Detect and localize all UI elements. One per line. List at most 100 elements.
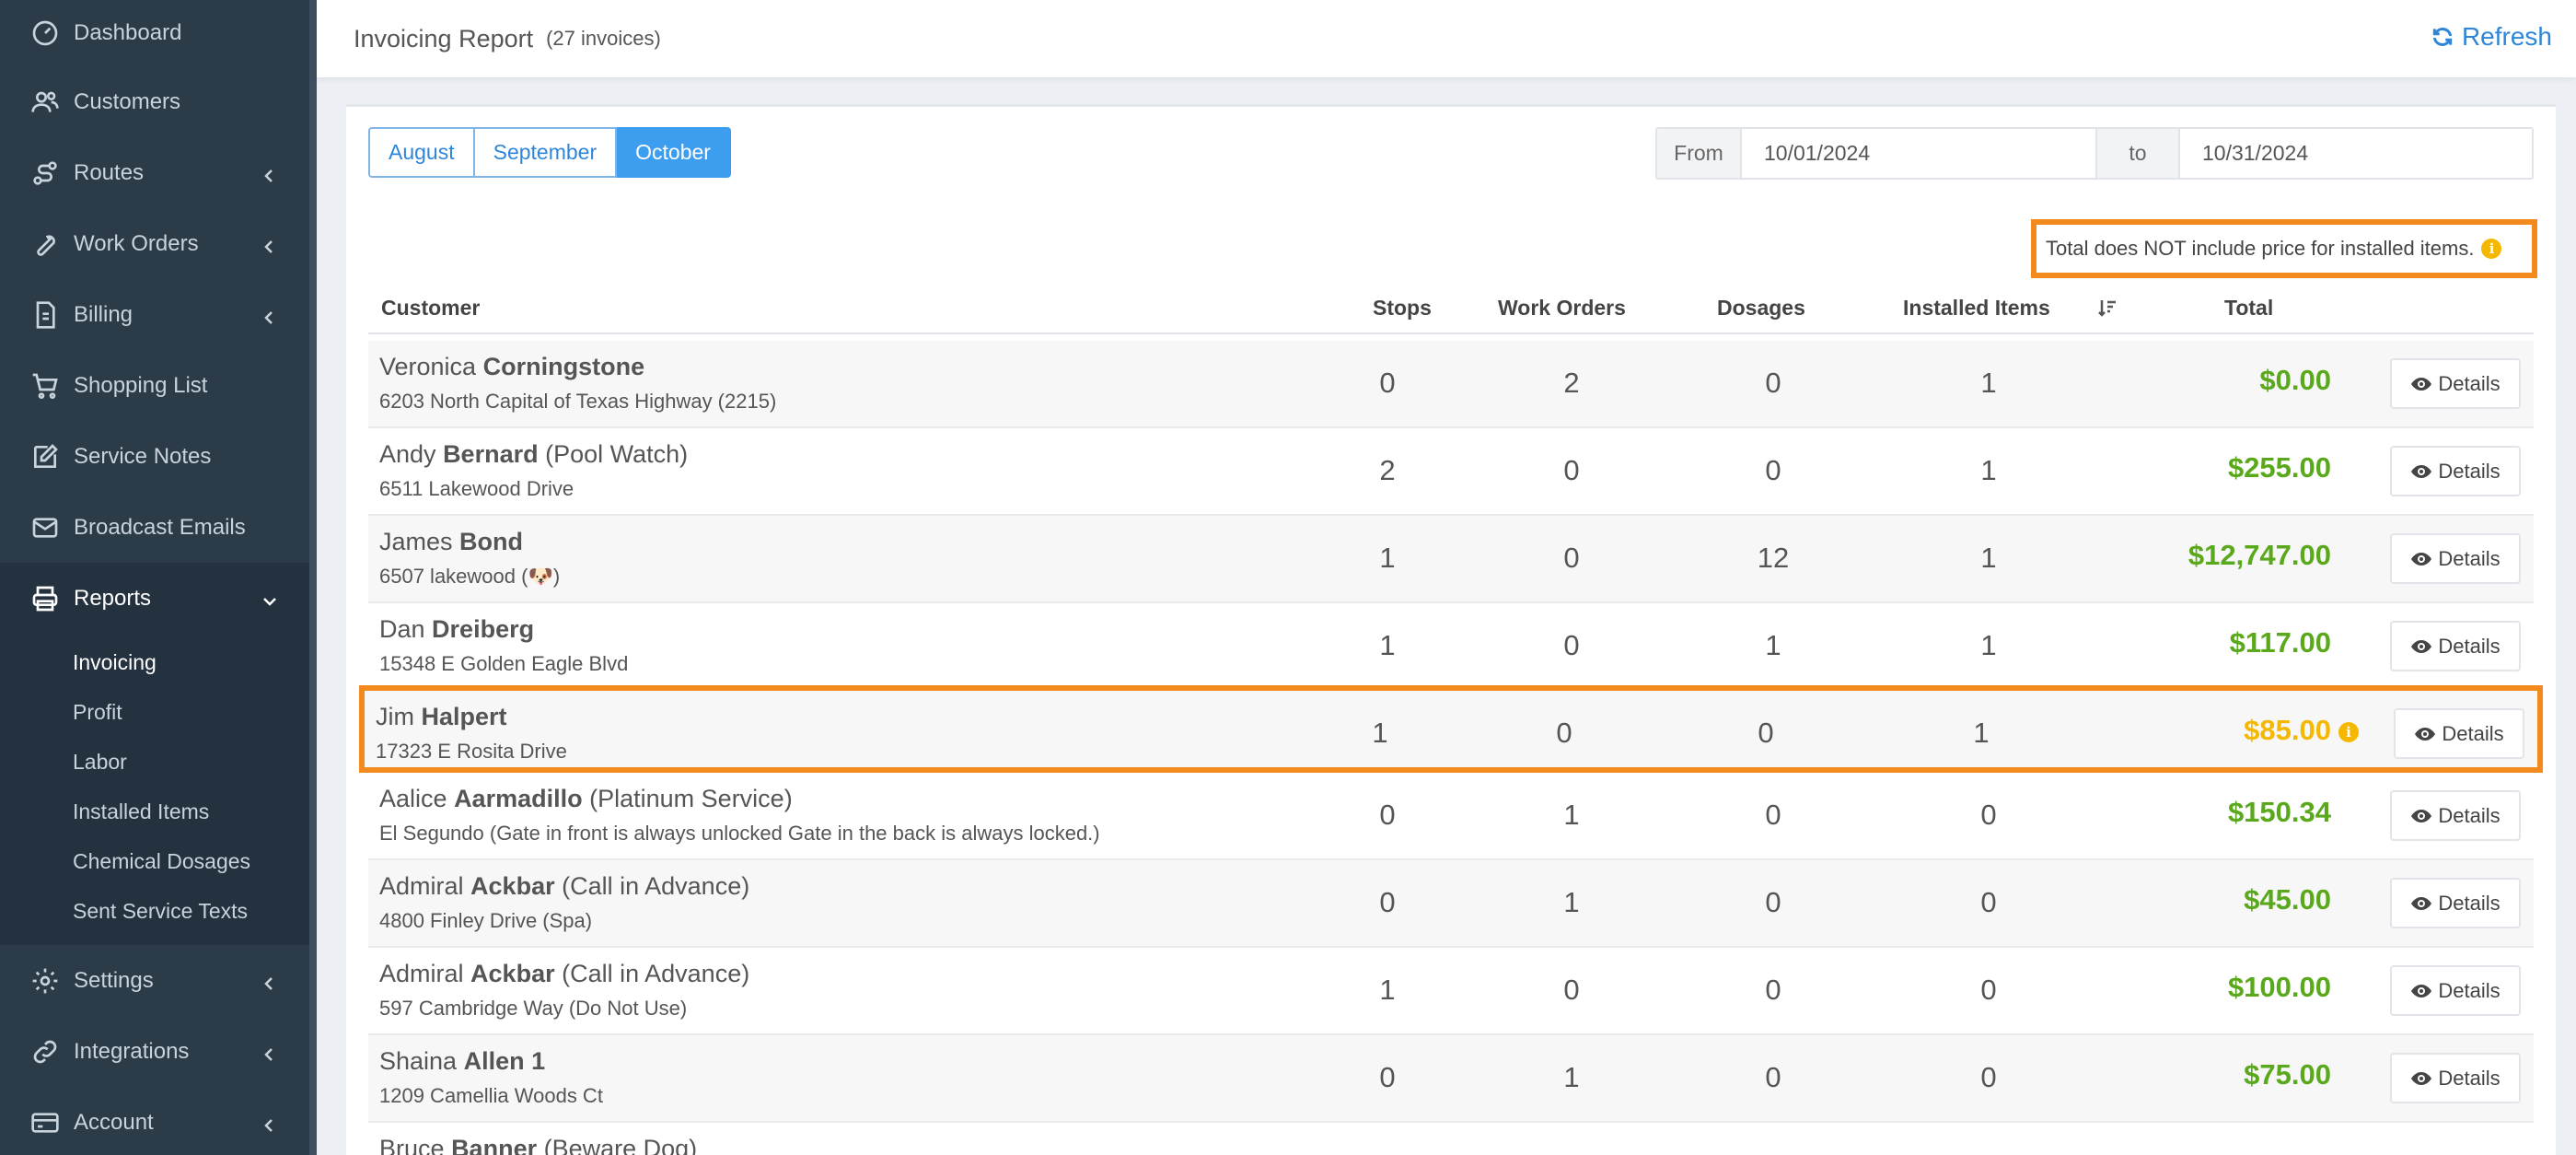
- info-icon[interactable]: i: [2481, 239, 2502, 259]
- details-label: Details: [2438, 891, 2501, 915]
- column-work-orders[interactable]: Work Orders: [1498, 296, 1626, 321]
- customer-name[interactable]: James Bond: [379, 528, 523, 556]
- eye-icon: [2411, 639, 2432, 653]
- details-label: Details: [2438, 978, 2501, 1002]
- customer-address: 6507 lakewood (🐶): [379, 565, 561, 588]
- sidebar-subitem-sent-service-texts[interactable]: Sent Service Texts: [0, 886, 309, 936]
- sidebar-item-reports[interactable]: Reports: [0, 563, 309, 634]
- cell-total: $75.00: [2244, 1058, 2331, 1091]
- sidebar-subitem-invoicing[interactable]: Invoicing: [0, 637, 309, 687]
- customer-last-name: Dreiberg: [432, 615, 535, 643]
- customer-name[interactable]: Dan Dreiberg: [379, 615, 534, 644]
- sidebar-subitem-profit[interactable]: Profit: [0, 687, 309, 737]
- details-button[interactable]: Details: [2390, 1053, 2521, 1103]
- customer-name[interactable]: Bruce Banner (Beware Dog): [379, 1135, 697, 1155]
- cell-installed: 0: [1980, 1061, 1997, 1093]
- from-date-input[interactable]: [1742, 129, 2095, 178]
- column-dosages[interactable]: Dosages: [1717, 296, 1805, 321]
- month-october-button[interactable]: October: [617, 127, 731, 178]
- customer-suffix: (Platinum Service): [589, 785, 793, 812]
- customer-name[interactable]: Andy Bernard (Pool Watch): [379, 440, 688, 469]
- cell-stops: 0: [1379, 886, 1396, 918]
- details-button[interactable]: Details: [2390, 790, 2521, 841]
- customer-first-name: Jim: [376, 703, 414, 730]
- cell-stops: 1: [1379, 542, 1396, 574]
- sidebar-subitem-installed-items[interactable]: Installed Items: [0, 787, 309, 836]
- column-total[interactable]: Total: [2224, 296, 2273, 321]
- customer-last-name: Aarmadillo: [454, 785, 583, 812]
- customer-name[interactable]: Jim Halpert: [376, 703, 507, 731]
- customer-first-name: Admiral: [379, 960, 464, 987]
- cell-total: $12,747.00: [2188, 539, 2331, 572]
- top-bar: Invoicing Report (27 invoices) Refresh: [317, 0, 2576, 77]
- total-value: $75.00: [2244, 1058, 2331, 1091]
- cell-total: $85.00 i: [2244, 714, 2359, 747]
- customer-address: 4800 Finley Drive (Spa): [379, 909, 593, 932]
- customer-first-name: Andy: [379, 440, 436, 468]
- cell-stops: 1: [1372, 717, 1388, 749]
- cell-dosages: 0: [1758, 717, 1774, 749]
- envelope-icon: [29, 512, 61, 543]
- total-value: $45.00: [2244, 883, 2331, 916]
- sidebar-item-billing[interactable]: Billing: [0, 279, 309, 350]
- sidebar-subitem-labor[interactable]: Labor: [0, 737, 309, 787]
- sidebar-item-label: Integrations: [74, 1038, 190, 1064]
- details-button[interactable]: Details: [2390, 965, 2521, 1016]
- cell-stops: 0: [1379, 1061, 1396, 1093]
- eye-icon: [2411, 464, 2432, 478]
- cell-total: $0.00: [2259, 364, 2331, 397]
- sidebar-item-customers[interactable]: Customers: [0, 66, 309, 137]
- month-september-button[interactable]: September: [474, 127, 618, 178]
- sidebar-item-settings[interactable]: Settings: [0, 945, 309, 1016]
- sidebar-item-integrations[interactable]: Integrations: [0, 1016, 309, 1087]
- column-customer[interactable]: Customer: [381, 296, 480, 321]
- table-row: James Bond 6507 lakewood (🐶) 1 0 12 1 $12,747…: [368, 516, 2534, 603]
- customer-name[interactable]: Admiral Ackbar (Call in Advance): [379, 960, 749, 988]
- customer-name[interactable]: Admiral Ackbar (Call in Advance): [379, 872, 749, 901]
- details-button[interactable]: Details: [2390, 358, 2521, 409]
- sidebar-subitem-chemical-dosages[interactable]: Chemical Dosages: [0, 836, 309, 886]
- sidebar-item-account[interactable]: Account: [0, 1087, 309, 1155]
- sidebar-item-dashboard[interactable]: Dashboard: [0, 0, 309, 66]
- to-date-input[interactable]: [2180, 129, 2532, 178]
- from-label: From: [1657, 129, 1742, 178]
- customer-name[interactable]: Aalice Aarmadillo (Platinum Service): [379, 785, 793, 813]
- customer-last-name: Bernard: [443, 440, 539, 468]
- sidebar-item-label: Shopping List: [74, 372, 208, 398]
- total-value: $117.00: [2229, 626, 2331, 659]
- customer-name[interactable]: Shaina Allen 1: [379, 1047, 545, 1076]
- column-stops[interactable]: Stops: [1373, 296, 1432, 321]
- table-row: Bruce Banner (Beware Dog): [368, 1123, 2534, 1155]
- customer-address: 597 Cambridge Way (Do Not Use): [379, 997, 688, 1020]
- sidebar-item-service-notes[interactable]: Service Notes: [0, 421, 309, 492]
- details-button[interactable]: Details: [2390, 446, 2521, 496]
- refresh-button[interactable]: Refresh: [2431, 22, 2552, 52]
- column-installed-items[interactable]: Installed Items: [1903, 296, 2050, 321]
- details-label: Details: [2438, 803, 2501, 827]
- customer-first-name: Dan: [379, 615, 425, 643]
- details-label: Details: [2442, 721, 2504, 745]
- details-button[interactable]: Details: [2394, 708, 2524, 759]
- info-icon[interactable]: i: [2338, 721, 2359, 742]
- sort-icon[interactable]: [2097, 298, 2118, 323]
- details-button[interactable]: Details: [2390, 878, 2521, 928]
- sidebar-item-label: Work Orders: [74, 230, 199, 256]
- cell-dosages: 0: [1765, 367, 1781, 399]
- month-august-button[interactable]: August: [368, 127, 475, 178]
- cell-work-orders: 1: [1563, 799, 1580, 831]
- sidebar-item-shopping-list[interactable]: Shopping List: [0, 350, 309, 421]
- cell-total: $255.00: [2228, 451, 2331, 484]
- edit-icon: [29, 441, 61, 472]
- date-range: From to: [1655, 127, 2534, 180]
- details-label: Details: [2438, 459, 2501, 483]
- sidebar-item-work-orders[interactable]: Work Orders: [0, 208, 309, 279]
- customer-last-name: Corningstone: [482, 353, 645, 380]
- cell-dosages: 0: [1765, 1061, 1781, 1093]
- details-button[interactable]: Details: [2390, 621, 2521, 671]
- customer-name[interactable]: Veronica Corningstone: [379, 353, 644, 381]
- sidebar-item-routes[interactable]: Routes: [0, 137, 309, 208]
- details-button[interactable]: Details: [2390, 533, 2521, 584]
- sidebar-item-broadcast-emails[interactable]: Broadcast Emails: [0, 492, 309, 563]
- sidebar-item-label: Broadcast Emails: [74, 514, 246, 540]
- invoice-count: (27 invoices): [546, 27, 661, 50]
